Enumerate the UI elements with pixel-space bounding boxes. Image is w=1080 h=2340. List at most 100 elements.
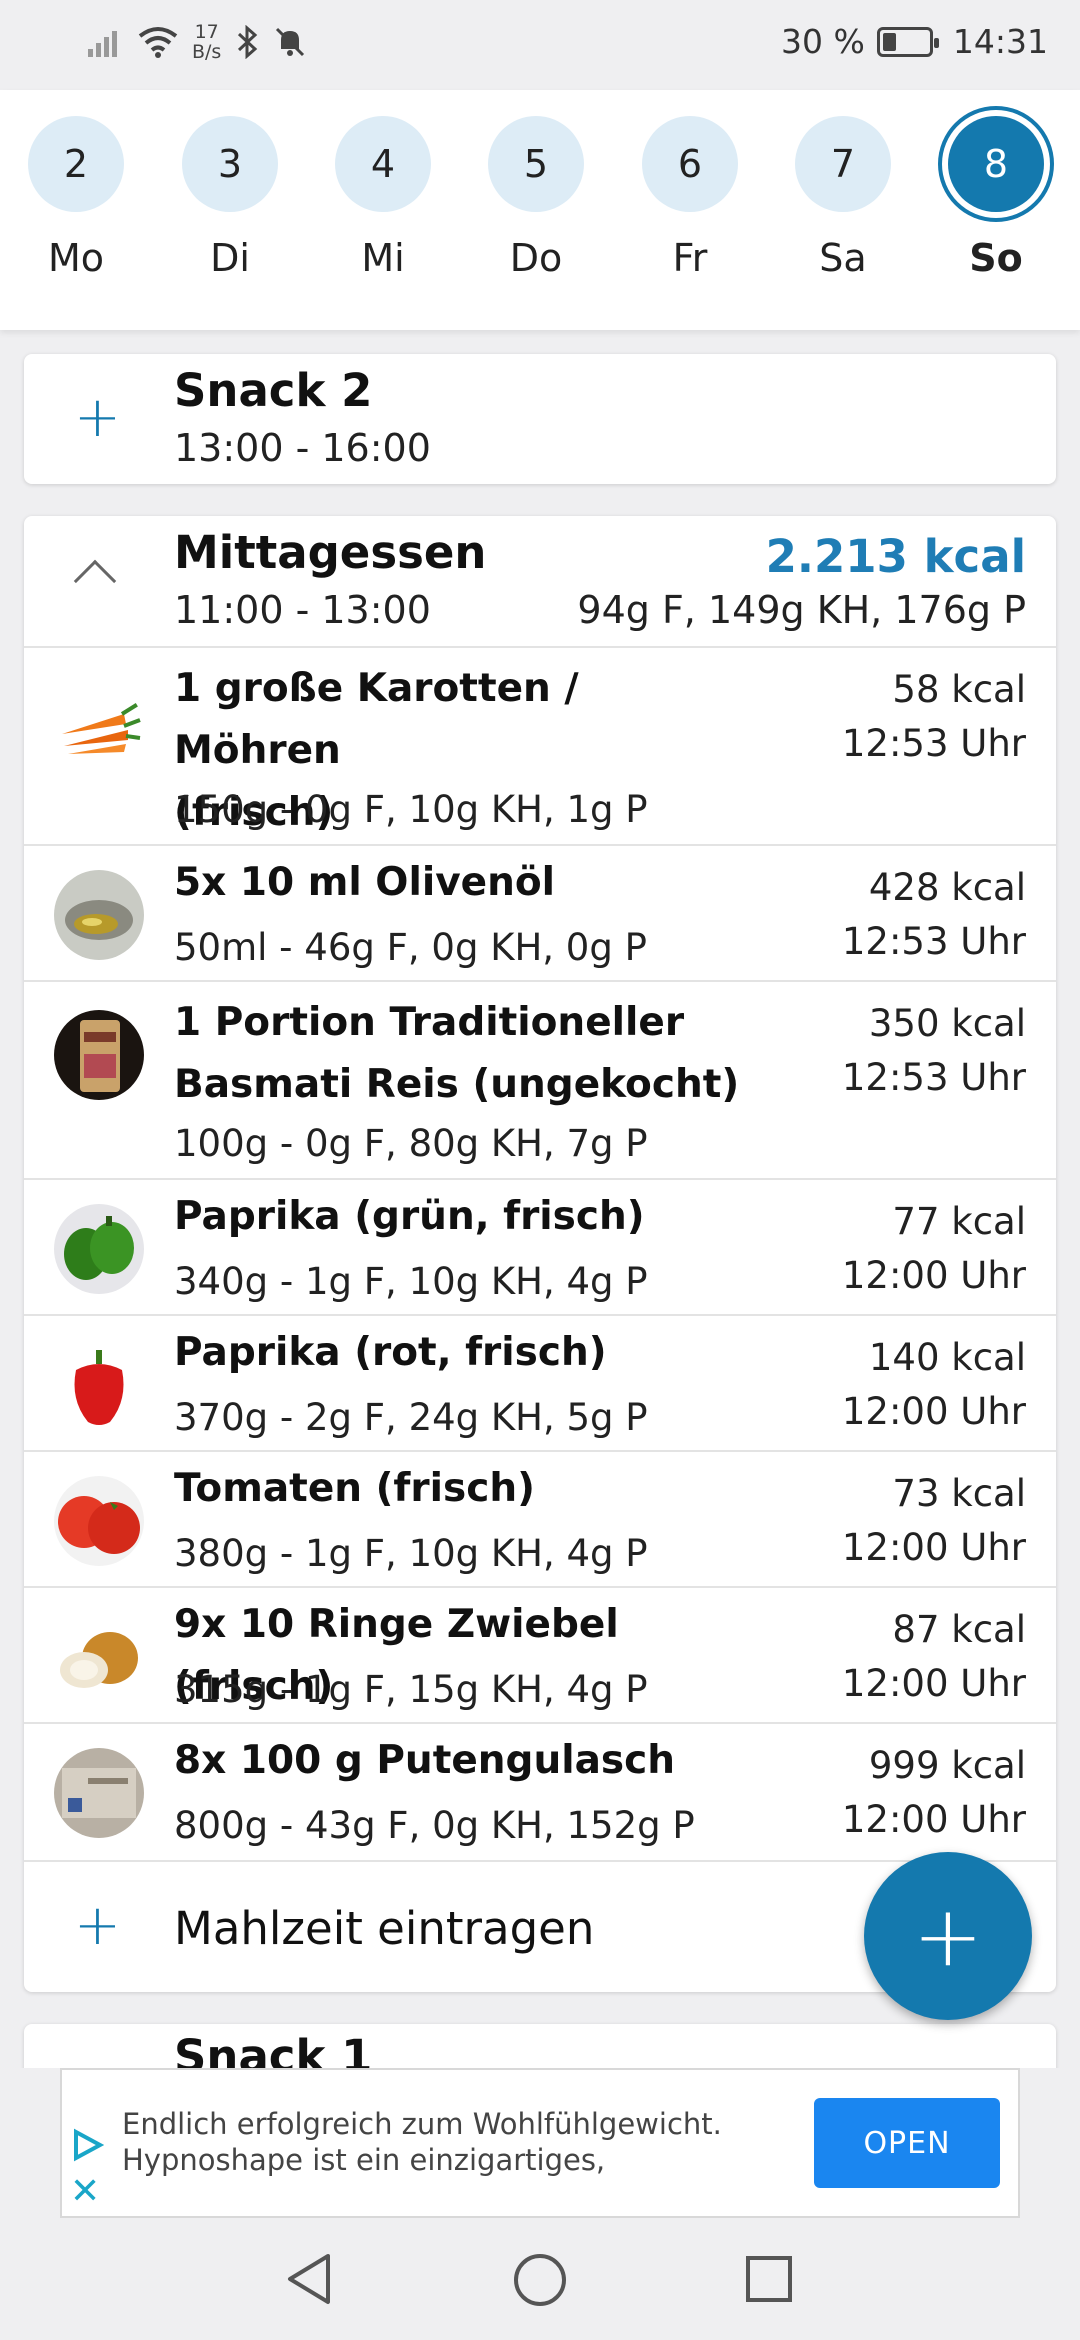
food-item[interactable]: 9x 10 Ringe Zwiebel (frisch) 315g - 1g F… [24, 1586, 1056, 1722]
food-time: 12:00 Uhr [841, 1254, 1026, 1297]
bell-muted-icon [276, 27, 305, 57]
food-item[interactable]: Paprika (rot, frisch) 370g - 2g F, 24g K… [24, 1314, 1056, 1450]
food-kcal: 350 kcal [868, 1002, 1026, 1045]
day-name: So [969, 236, 1023, 280]
clock: 14:31 [952, 22, 1048, 61]
food-detail: 50ml - 46g F, 0g KH, 0g P [174, 926, 647, 969]
meal-time: 11:00 - 13:00 [174, 588, 431, 632]
day-number: 5 [488, 116, 584, 212]
olive-oil-icon [54, 870, 144, 960]
plus-icon: + [912, 1887, 984, 1985]
day-number: 4 [335, 116, 431, 212]
day-name: Fr [672, 236, 708, 280]
day-so[interactable]: 8 So [946, 116, 1046, 280]
signal-icon [88, 31, 117, 57]
food-detail: 315g - 1g F, 15g KH, 4g P [174, 1668, 648, 1711]
food-kcal: 428 kcal [868, 866, 1026, 909]
day-selector: 2 Mo 3 Di 4 Mi 5 Do 6 Fr 7 Sa 8 So [0, 90, 1080, 330]
ad-banner-area: ✕ Endlich erfolgreich zum Wohlfühlgewich… [0, 2068, 1080, 2220]
food-detail: 800g - 43g F, 0g KH, 152g P [174, 1804, 695, 1847]
meal-title: Mittagessen [174, 526, 487, 579]
food-detail: 150g - 0g F, 10g KH, 1g P [174, 788, 648, 831]
food-title: Paprika (grün, frisch) [174, 1194, 645, 1239]
food-detail: 340g - 1g F, 10g KH, 4g P [174, 1260, 648, 1303]
food-title: Tomaten (frisch) [174, 1466, 535, 1511]
ad-text: Endlich erfolgreich zum Wohlfühlgewicht.… [122, 2107, 722, 2177]
day-mo[interactable]: 2 Mo [26, 116, 126, 280]
meat-package-icon [54, 1748, 144, 1838]
food-detail: 100g - 0g F, 80g KH, 7g P [174, 1122, 648, 1165]
food-time: 12:00 Uhr [841, 1662, 1026, 1705]
day-number: 7 [795, 116, 891, 212]
rice-package-icon [54, 1010, 144, 1100]
day-number: 6 [642, 116, 738, 212]
food-item[interactable]: Tomaten (frisch) 380g - 1g F, 10g KH, 4g… [24, 1450, 1056, 1586]
red-pepper-icon [54, 1340, 144, 1430]
recents-icon[interactable] [744, 2254, 794, 2304]
onion-icon [54, 1612, 144, 1702]
tomato-icon [54, 1476, 144, 1566]
bluetooth-icon [238, 25, 258, 59]
meal-title: Snack 2 [174, 364, 373, 417]
food-item[interactable]: 1 Portion Traditioneller Basmati Reis (u… [24, 980, 1056, 1178]
food-time: 12:53 Uhr [841, 722, 1026, 765]
food-item[interactable]: 1 große Karotten / Möhren (frisch) 150g … [24, 646, 1056, 844]
day-number: 3 [182, 116, 278, 212]
add-entry-fab[interactable]: + [864, 1852, 1032, 2020]
meal-card-lunch: Mittagessen 11:00 - 13:00 2.213 kcal 94g… [24, 516, 1056, 1992]
day-mi[interactable]: 4 Mi [333, 116, 433, 280]
navigation-bar [0, 2220, 1080, 2340]
back-icon[interactable] [284, 2252, 334, 2306]
food-detail: 370g - 2g F, 24g KH, 5g P [174, 1396, 648, 1439]
food-title: 8x 100 g Putengulasch [174, 1738, 676, 1783]
meal-kcal-total: 2.213 kcal [765, 530, 1026, 583]
food-kcal: 58 kcal [892, 668, 1026, 711]
meal-macros-total: 94g F, 149g KH, 176g P [577, 588, 1026, 632]
home-icon[interactable] [512, 2252, 568, 2308]
food-title: 5x 10 ml Olivenöl [174, 860, 555, 905]
add-icon[interactable]: + [74, 1898, 121, 1954]
food-kcal: 999 kcal [868, 1744, 1026, 1787]
add-icon[interactable]: + [74, 390, 121, 446]
food-time: 12:00 Uhr [841, 1798, 1026, 1841]
day-do[interactable]: 5 Do [486, 116, 586, 280]
food-title: 1 Portion Traditioneller Basmati Reis (u… [174, 1000, 740, 1107]
day-number: 2 [28, 116, 124, 212]
food-detail: 380g - 1g F, 10g KH, 4g P [174, 1532, 648, 1575]
net-speed: 17 B/s [192, 21, 222, 63]
meal-time: 13:00 - 16:00 [174, 426, 431, 470]
chevron-up-icon[interactable] [73, 559, 117, 603]
food-kcal: 87 kcal [892, 1608, 1026, 1651]
day-di[interactable]: 3 Di [180, 116, 280, 280]
food-time: 12:53 Uhr [841, 920, 1026, 963]
close-icon[interactable]: ✕ [70, 2174, 100, 2210]
food-kcal: 140 kcal [868, 1336, 1026, 1379]
ad-open-button[interactable]: OPEN [814, 2098, 1000, 2188]
food-kcal: 77 kcal [892, 1200, 1026, 1243]
meal-card-snack2[interactable]: + Snack 2 13:00 - 16:00 [24, 354, 1056, 484]
day-number: 8 [948, 116, 1044, 212]
food-title: Paprika (rot, frisch) [174, 1330, 607, 1375]
meal-header[interactable]: Mittagessen 11:00 - 13:00 2.213 kcal 94g… [24, 516, 1056, 646]
day-sa[interactable]: 7 Sa [793, 116, 893, 280]
battery-percent: 30 % [781, 22, 865, 61]
food-item[interactable]: 8x 100 g Putengulasch 800g - 43g F, 0g K… [24, 1722, 1056, 1860]
day-name: Di [210, 236, 250, 280]
food-time: 12:00 Uhr [841, 1390, 1026, 1433]
day-name: Mi [361, 236, 405, 280]
day-name: Do [509, 236, 563, 280]
food-time: 12:00 Uhr [841, 1526, 1026, 1569]
food-item[interactable]: Paprika (grün, frisch) 340g - 1g F, 10g … [24, 1178, 1056, 1314]
ad-choices-icon[interactable] [70, 2128, 104, 2162]
food-time: 12:53 Uhr [841, 1056, 1026, 1099]
battery-icon [876, 26, 939, 57]
status-bar: 17 B/s 30 % 14:31 [0, 0, 1080, 90]
ad-banner[interactable]: ✕ Endlich erfolgreich zum Wohlfühlgewich… [60, 2068, 1020, 2218]
day-name: Sa [819, 236, 867, 280]
day-fr[interactable]: 6 Fr [640, 116, 740, 280]
carrot-icon [54, 684, 144, 774]
green-pepper-icon [54, 1204, 144, 1294]
food-kcal: 73 kcal [892, 1472, 1026, 1515]
wifi-icon [138, 27, 178, 58]
food-item[interactable]: 5x 10 ml Olivenöl 50ml - 46g F, 0g KH, 0… [24, 844, 1056, 980]
